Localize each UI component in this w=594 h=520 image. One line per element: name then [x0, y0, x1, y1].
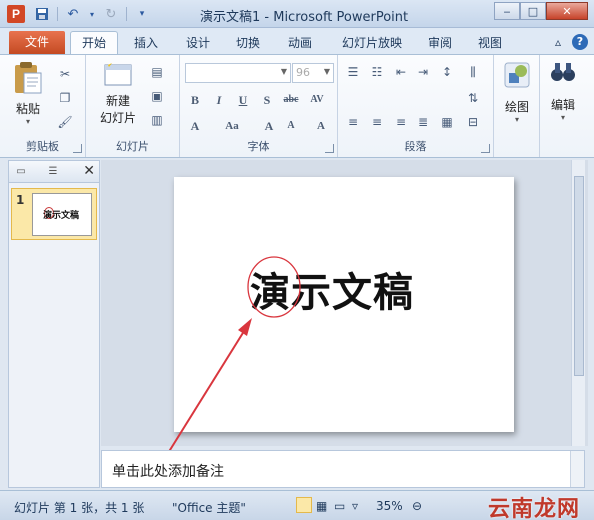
slideshow-icon[interactable]: ▿: [352, 499, 358, 513]
reading-view-icon[interactable]: ▭: [334, 499, 345, 513]
notes-pane[interactable]: 单击此处添加备注: [101, 450, 585, 488]
theme-status[interactable]: "Office 主题": [172, 499, 246, 516]
annotation-circle: [247, 256, 301, 318]
notes-scrollbar[interactable]: [570, 451, 584, 487]
status-bar: 幻灯片 第 1 张，共 1 张 "Office 主题" ▦ ▭ ▿ 35% ⊖ …: [0, 490, 594, 520]
slide-sorter-icon[interactable]: ▦: [316, 499, 327, 513]
annotation-overlay: [164, 256, 301, 459]
slide-count-status: 幻灯片 第 1 张，共 1 张: [14, 501, 145, 515]
notes-placeholder[interactable]: 单击此处添加备注: [112, 461, 224, 481]
vertical-scrollbar[interactable]: [571, 160, 585, 446]
zoom-level[interactable]: 35%: [376, 499, 403, 513]
normal-view-icon[interactable]: [296, 497, 312, 513]
annotation-arrow-head: [238, 318, 252, 336]
zoom-out-icon[interactable]: ⊖: [412, 499, 422, 513]
annotation-arrow-line: [164, 327, 247, 459]
scrollbar-thumb[interactable]: [574, 176, 584, 376]
watermark-logo: 云南龙网: [487, 497, 580, 520]
